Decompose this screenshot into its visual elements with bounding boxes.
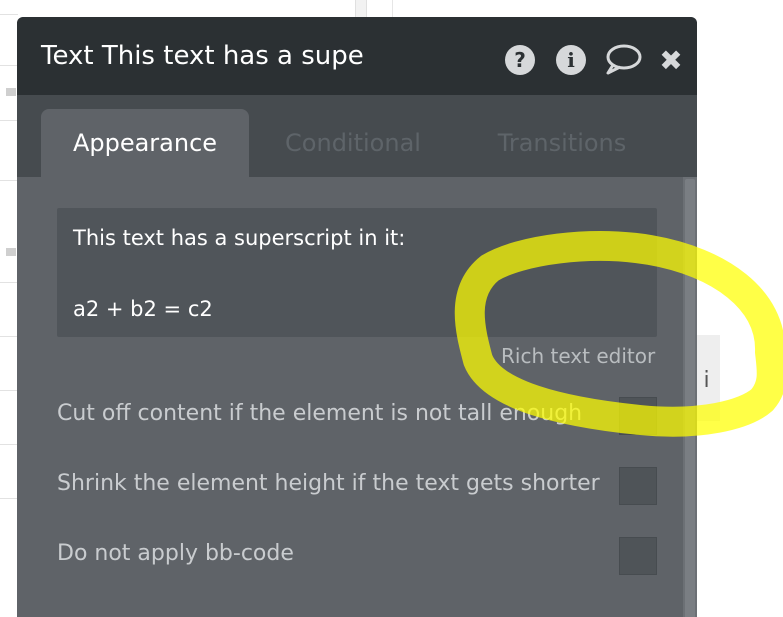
checkbox-shrink[interactable]: [619, 467, 657, 505]
text-line-1: This text has a superscript in it:: [73, 226, 406, 250]
panel-title: Text This text has a supe: [41, 41, 364, 71]
comment-icon[interactable]: [603, 44, 643, 76]
scrollbar-thumb[interactable]: [685, 179, 695, 617]
tab-bar: Appearance Conditional Transitions: [17, 95, 697, 177]
info-icon[interactable]: i: [555, 44, 587, 76]
checkbox-cut-off[interactable]: [619, 397, 657, 435]
option-label-bb-code: Do not apply bb-code: [57, 541, 294, 566]
text-line-2: a2 + b2 = c2: [73, 297, 213, 321]
tab-transitions[interactable]: Transitions: [467, 109, 657, 177]
panel-scrollbar[interactable]: [683, 177, 697, 617]
checkbox-bb-code[interactable]: [619, 537, 657, 575]
tab-conditional[interactable]: Conditional: [257, 109, 449, 177]
rich-text-editor-link[interactable]: Rich text editor: [501, 344, 655, 368]
text-content-input[interactable]: This text has a superscript in it: a2 + …: [57, 208, 657, 337]
property-editor-panel: Text This text has a supe ? i ✖ Appearan…: [17, 17, 697, 617]
close-icon[interactable]: ✖: [655, 44, 687, 77]
panel-header[interactable]: Text This text has a supe ? i ✖: [17, 17, 697, 95]
help-icon[interactable]: ?: [504, 44, 536, 76]
canvas-left-strip: [0, 0, 18, 592]
tab-appearance[interactable]: Appearance: [41, 109, 249, 177]
option-label-cut-off: Cut off content if the element is not ta…: [57, 401, 583, 426]
option-label-shrink: Shrink the element height if the text ge…: [57, 471, 600, 496]
